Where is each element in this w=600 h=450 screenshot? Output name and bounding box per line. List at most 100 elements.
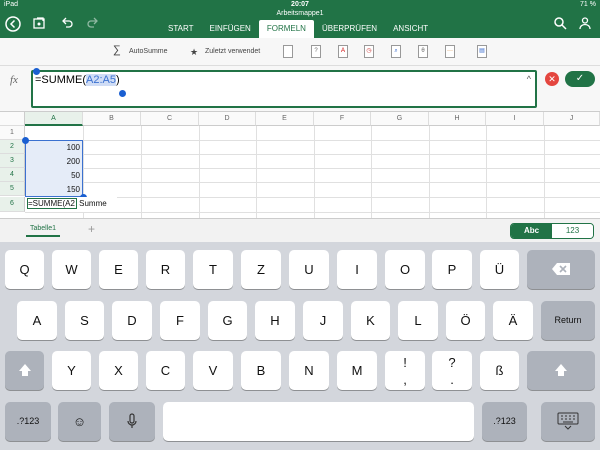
- key-s[interactable]: S: [65, 301, 104, 340]
- key-p[interactable]: P: [432, 250, 472, 289]
- key-r[interactable]: R: [146, 250, 185, 289]
- dictation-key[interactable]: [109, 402, 155, 441]
- key-o[interactable]: O: [385, 250, 425, 289]
- key-m[interactable]: M: [337, 351, 377, 390]
- formula-input[interactable]: =SUMME(A2:A5) ^: [31, 68, 537, 108]
- key-i[interactable]: I: [337, 250, 377, 289]
- row-header-6[interactable]: 6: [0, 197, 25, 212]
- column-header-g[interactable]: G: [371, 112, 429, 126]
- more-functions-icon[interactable]: ···: [445, 45, 455, 58]
- column-header-c[interactable]: C: [141, 112, 199, 126]
- add-sheet-button[interactable]: +: [88, 222, 95, 236]
- confirm-button[interactable]: ✓: [565, 71, 595, 87]
- backspace-key[interactable]: [527, 250, 595, 289]
- key-ue[interactable]: Ü: [480, 250, 519, 289]
- key-eszett[interactable]: ß: [480, 351, 519, 390]
- sheet-tab-tabelle1[interactable]: Tabelle1: [26, 222, 61, 237]
- row-header-1[interactable]: 1: [0, 126, 25, 140]
- key-question-period[interactable]: ?.: [432, 351, 472, 390]
- column-header-h[interactable]: H: [429, 112, 486, 126]
- ribbon-tabs: START EINFÜGEN FORMELN ÜBERPRÜFEN ANSICH…: [160, 20, 436, 38]
- numeric-keyboard-button[interactable]: 123: [552, 224, 593, 238]
- autosum-button[interactable]: AutoSumme: [129, 46, 168, 58]
- date-time-icon[interactable]: ◷: [364, 45, 374, 58]
- key-h[interactable]: H: [255, 301, 295, 340]
- key-a[interactable]: A: [17, 301, 57, 340]
- key-b[interactable]: B: [241, 351, 281, 390]
- row-header-3[interactable]: 3: [0, 154, 25, 168]
- key-n[interactable]: N: [289, 351, 329, 390]
- cell-a6-editing[interactable]: =SUMME(A2 Summe: [25, 197, 117, 212]
- column-header-i[interactable]: I: [486, 112, 544, 126]
- back-icon[interactable]: [4, 16, 22, 34]
- range-start-handle[interactable]: [22, 137, 29, 144]
- space-key[interactable]: [163, 402, 474, 441]
- key-l[interactable]: L: [398, 301, 438, 340]
- recent-button[interactable]: Zuletzt verwendet: [205, 46, 260, 58]
- key-x[interactable]: X: [99, 351, 138, 390]
- key-j[interactable]: J: [303, 301, 343, 340]
- tab-ueberpruefen[interactable]: ÜBERPRÜFEN: [314, 20, 385, 38]
- cancel-button[interactable]: ✕: [545, 72, 559, 86]
- column-header-d[interactable]: D: [199, 112, 256, 126]
- row-header-4[interactable]: 4: [0, 168, 25, 182]
- symbols-key[interactable]: .?123: [5, 402, 51, 441]
- key-v[interactable]: V: [193, 351, 233, 390]
- key-exclam-comma[interactable]: !,: [385, 351, 425, 390]
- key-w[interactable]: W: [52, 250, 91, 289]
- abc-keyboard-button[interactable]: Abc: [511, 224, 552, 238]
- redo-icon[interactable]: [84, 16, 102, 34]
- key-c[interactable]: C: [146, 351, 185, 390]
- share-user-icon[interactable]: [576, 16, 594, 34]
- emoji-key[interactable]: ☺: [58, 402, 101, 441]
- text-function-icon[interactable]: A: [338, 45, 348, 58]
- column-header-a[interactable]: A: [25, 112, 83, 126]
- hide-keyboard-key[interactable]: [541, 402, 595, 441]
- tab-ansicht[interactable]: ANSICHT: [385, 20, 436, 38]
- symbols-key-right[interactable]: .?123: [482, 402, 527, 441]
- selection-end-handle[interactable]: [119, 90, 126, 97]
- key-oe[interactable]: Ö: [446, 301, 485, 340]
- key-ae[interactable]: Ä: [493, 301, 533, 340]
- star-icon[interactable]: ★: [190, 46, 198, 58]
- spreadsheet-grid[interactable]: A B C D E F G H I J 1 2 3 4 5 6 100 200 …: [0, 112, 600, 218]
- shift-key-right[interactable]: [527, 351, 595, 390]
- column-header-e[interactable]: E: [256, 112, 314, 126]
- key-u[interactable]: U: [289, 250, 329, 289]
- logical-icon[interactable]: ?: [311, 45, 321, 58]
- key-y[interactable]: Y: [52, 351, 91, 390]
- key-period-label: .: [450, 372, 454, 387]
- tab-start[interactable]: START: [160, 20, 201, 38]
- column-header-b[interactable]: B: [83, 112, 141, 126]
- tab-einfuegen[interactable]: EINFÜGEN: [201, 20, 258, 38]
- return-key[interactable]: Return: [541, 301, 595, 340]
- corner-cell[interactable]: [0, 112, 25, 126]
- keyboard-hide-icon: [557, 412, 579, 430]
- tab-formeln[interactable]: FORMELN: [258, 20, 314, 38]
- key-f[interactable]: F: [160, 301, 200, 340]
- calculator-icon[interactable]: ▤: [477, 45, 487, 58]
- financial-icon[interactable]: [283, 45, 293, 58]
- key-e[interactable]: E: [99, 250, 138, 289]
- lookup-icon[interactable]: ⌕: [391, 45, 401, 58]
- row-header-2[interactable]: 2: [0, 140, 25, 154]
- undo-icon[interactable]: [58, 16, 76, 34]
- search-icon[interactable]: [551, 16, 569, 34]
- grid-line: [256, 126, 257, 218]
- sigma-icon[interactable]: ∑: [113, 44, 121, 56]
- shift-key-left[interactable]: [5, 351, 44, 390]
- key-t[interactable]: T: [193, 250, 233, 289]
- key-k[interactable]: K: [351, 301, 390, 340]
- key-g[interactable]: G: [208, 301, 247, 340]
- key-d[interactable]: D: [112, 301, 152, 340]
- math-icon[interactable]: θ: [418, 45, 428, 58]
- column-header-j[interactable]: J: [544, 112, 600, 126]
- selection-start-handle[interactable]: [33, 68, 40, 75]
- key-z[interactable]: Z: [241, 250, 281, 289]
- key-q[interactable]: Q: [5, 250, 44, 289]
- formula-text[interactable]: =SUMME(A2:A5): [35, 74, 120, 86]
- row-header-5[interactable]: 5: [0, 182, 25, 196]
- collapse-chevron-icon[interactable]: ^: [527, 74, 531, 84]
- column-header-f[interactable]: F: [314, 112, 371, 126]
- save-icon[interactable]: [30, 16, 48, 34]
